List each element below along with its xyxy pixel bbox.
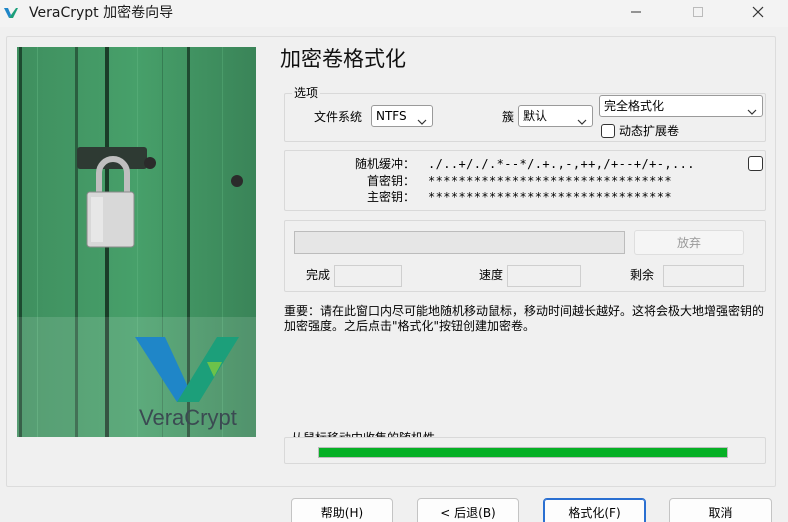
maximize-button	[676, 0, 720, 27]
header-key-value: ********************************	[428, 174, 672, 188]
time-left-label: 剩余	[630, 268, 655, 282]
help-button[interactable]: 帮助(H)	[291, 498, 393, 522]
speed-readout	[507, 265, 581, 287]
abort-button[interactable]: 放弃	[634, 230, 744, 255]
master-key-value: ********************************	[428, 190, 672, 204]
back-button-label: < 后退(B)	[440, 505, 496, 520]
master-key-label: 主密钥：	[367, 190, 416, 204]
cluster-label: 簇	[502, 110, 515, 124]
chevron-down-icon	[577, 112, 587, 125]
show-keys-checkbox[interactable]	[748, 156, 763, 171]
minimize-icon	[630, 6, 642, 21]
dynamic-volume-label: 动态扩展卷	[619, 124, 680, 138]
title-bar: VeraCrypt 加密卷向导	[0, 0, 788, 27]
instruction-note: 重要：请在此窗口内尽可能地随机移动鼠标，移动时间越长越好。这将会极大地增强密钥的…	[284, 304, 765, 333]
abort-label: 放弃	[676, 236, 701, 250]
entropy-progress-bar	[318, 447, 728, 458]
close-button[interactable]	[736, 0, 780, 27]
format-progress-bar	[294, 231, 625, 254]
maximize-icon	[692, 6, 704, 21]
format-button[interactable]: 格式化(F)	[543, 498, 646, 522]
format-mode-select[interactable]: 完全格式化	[599, 95, 763, 117]
chevron-down-icon	[417, 112, 427, 125]
format-button-label: 格式化(F)	[568, 505, 621, 520]
cluster-select[interactable]: 默认	[518, 105, 593, 127]
page-title: 加密卷格式化	[280, 47, 406, 71]
speed-label: 速度	[479, 268, 504, 282]
cancel-button-label: 取消	[708, 505, 733, 520]
chevron-down-icon	[747, 102, 757, 115]
random-pool-label: 随机缓冲：	[355, 157, 416, 171]
time-left-readout	[663, 265, 744, 287]
done-readout	[334, 265, 402, 287]
options-legend: 选项	[292, 86, 321, 100]
cancel-button[interactable]: 取消	[669, 498, 772, 522]
back-button[interactable]: < 后退(B)	[417, 498, 519, 522]
close-icon	[752, 6, 764, 21]
dynamic-volume-checkbox[interactable]	[601, 124, 615, 138]
window-title: VeraCrypt 加密卷向导	[29, 5, 174, 21]
veracrypt-logo-icon	[3, 5, 19, 21]
wizard-illustration: VeraCrypt	[17, 47, 256, 437]
done-label: 完成	[306, 268, 331, 282]
header-key-label: 首密钥：	[367, 174, 416, 188]
brand-wordmark: VeraCrypt	[139, 405, 237, 430]
help-button-label: 帮助(H)	[320, 505, 364, 520]
format-mode-value: 完全格式化	[604, 99, 665, 113]
cluster-value: 默认	[523, 109, 548, 123]
minimize-button[interactable]	[614, 0, 658, 27]
filesystem-value: NTFS	[376, 109, 407, 123]
entropy-progress-fill	[319, 448, 727, 457]
random-pool-value: ./..+/./.*--*/.+.,-,++,/+--+/+-,...	[428, 157, 695, 171]
filesystem-select[interactable]: NTFS	[371, 105, 433, 127]
filesystem-label: 文件系统	[314, 110, 363, 124]
